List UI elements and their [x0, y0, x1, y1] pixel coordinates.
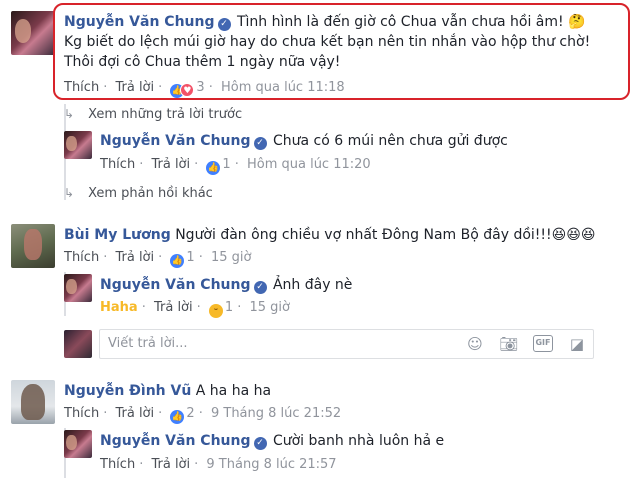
- reply-link[interactable]: Trả lời: [151, 457, 190, 472]
- reaction-summary[interactable]: 👍 2: [170, 406, 195, 424]
- reply-author[interactable]: Nguyễn Văn Chung: [100, 277, 251, 293]
- view-previous-replies[interactable]: ↳ Xem những trả lời trước: [64, 106, 242, 123]
- avatar-nguyen-van-chung[interactable]: [64, 430, 92, 458]
- comment-author[interactable]: Nguyễn Văn Chung: [64, 14, 215, 30]
- comment-line-1: Nguyễn Văn Chung ✓ Tình hình là đến giờ c…: [64, 12, 624, 32]
- reply-timestamp[interactable]: 15 giờ: [249, 300, 290, 315]
- verified-icon: ✓: [253, 137, 267, 150]
- haha-reaction-icon: ᵕ: [208, 304, 223, 318]
- comment-author[interactable]: Bùi My Lương: [64, 227, 171, 243]
- avatar-bui-my-luong[interactable]: [11, 224, 55, 268]
- comment-text-line-1: Tình hình là đến giờ cô Chua vẫn chưa hồ…: [236, 14, 586, 30]
- reply-link[interactable]: Trả lời: [115, 80, 154, 95]
- current-user-avatar: [64, 330, 92, 358]
- reply-arrow-icon: ↳: [64, 186, 75, 200]
- composer-icons: ☺ 📷︎ GIF ◪: [465, 334, 587, 354]
- like-reaction-icon: 👍: [170, 254, 185, 268]
- reply-text: Ảnh đây nè: [272, 277, 353, 293]
- reply-timestamp[interactable]: Hôm qua lúc 11:20: [247, 157, 371, 172]
- reply-link[interactable]: Trả lời: [151, 157, 190, 172]
- like-reaction-icon: 👍: [206, 161, 221, 175]
- verified-icon: ✓: [253, 281, 267, 294]
- love-reaction-icon: ♥: [180, 83, 195, 97]
- avatar-nguyen-dinh-vu[interactable]: [11, 380, 55, 424]
- like-link[interactable]: Thích: [100, 457, 135, 472]
- reaction-count: 2: [186, 406, 195, 421]
- reaction-count: 1: [224, 300, 234, 315]
- reaction-summary[interactable]: 👍 1: [170, 250, 195, 268]
- like-link[interactable]: Thích: [64, 406, 99, 421]
- comment-text-line-2: Kg biết do lệch múi giờ hay do chưa kết …: [64, 34, 591, 50]
- comment-author[interactable]: Nguyễn Đình Vũ: [64, 383, 191, 399]
- comment-timestamp[interactable]: Hôm qua lúc 11:18: [221, 80, 345, 95]
- comment-text: A ha ha ha: [195, 383, 272, 399]
- like-link[interactable]: Thích: [64, 80, 99, 95]
- view-more-replies-label: Xem phản hồi khác: [88, 186, 213, 201]
- view-previous-replies-label: Xem những trả lời trước: [88, 107, 243, 122]
- write-reply-box[interactable]: Viết trả lời... ☺ 📷︎ GIF ◪: [99, 329, 594, 359]
- reply-author[interactable]: Nguyễn Văn Chung: [100, 433, 251, 449]
- reaction-count: 1: [222, 157, 231, 172]
- comment-timestamp[interactable]: 9 Tháng 8 lúc 21:52: [211, 406, 341, 421]
- camera-icon[interactable]: 📷︎: [499, 334, 519, 354]
- reply-timestamp[interactable]: 9 Tháng 8 lúc 21:57: [206, 457, 336, 472]
- reaction-count: 3: [196, 80, 205, 95]
- reply-nguyen-van-chung-2: Nguyễn Văn Chung ✓ Ảnh đây nè: [100, 275, 600, 295]
- comment-text: Người đàn ông chiều vợ nhất Đông Nam Bộ …: [175, 227, 596, 243]
- write-reply-input[interactable]: Viết trả lời...: [108, 336, 188, 351]
- like-link[interactable]: Thích: [64, 250, 99, 265]
- reply-text: Chưa có 6 múi nên chưa gửi được: [272, 133, 508, 149]
- reply-actions: Thích · Trả lời · 9 Tháng 8 lúc 21:57: [100, 457, 337, 472]
- like-reaction-icon: 👍: [170, 410, 185, 424]
- sticker-icon[interactable]: ◪: [567, 334, 587, 354]
- comment-nguyen-van-chung-1: Nguyễn Văn Chung ✓ Tình hình là đến giờ c…: [64, 12, 624, 72]
- avatar-nguyen-van-chung[interactable]: [64, 131, 92, 159]
- reply-text: Cười banh nhà luôn hả e: [272, 433, 445, 449]
- verified-icon: ✓: [217, 18, 231, 31]
- reply-nguyen-van-chung-3: Nguyễn Văn Chung ✓ Cười banh nhà luôn hả …: [100, 431, 620, 451]
- haha-reaction-link[interactable]: Haha: [100, 300, 138, 315]
- avatar-nguyen-van-chung[interactable]: [11, 11, 55, 55]
- comment-bui-my-luong: Bùi My Lương Người đàn ông chiều vợ nhất…: [64, 225, 634, 245]
- comment-actions: Thích · Trả lời · 👍 2 · 9 Tháng 8 lúc 21:52: [64, 406, 342, 424]
- reply-link[interactable]: Trả lời: [154, 300, 193, 315]
- comment-timestamp[interactable]: 15 giờ: [211, 250, 252, 265]
- reply-actions: Haha · Trả lời · ᵕ 1 · 15 giờ: [100, 300, 290, 318]
- reply-link[interactable]: Trả lời: [115, 406, 154, 421]
- reply-arrow-icon: ↳: [64, 107, 75, 121]
- emoji-icon[interactable]: ☺: [465, 334, 485, 354]
- reply-actions: Thích · Trả lời · 👍 1 · Hôm qua lúc 11:20: [100, 157, 371, 175]
- comment-nguyen-dinh-vu: Nguyễn Đình Vũ A ha ha ha: [64, 381, 624, 401]
- reply-nguyen-van-chung-1: Nguyễn Văn Chung ✓ Chưa có 6 múi nên chưa…: [100, 131, 620, 151]
- view-more-replies[interactable]: ↳ Xem phản hồi khác: [64, 185, 213, 202]
- avatar-nguyen-van-chung[interactable]: [64, 274, 92, 302]
- verified-icon: ✓: [253, 437, 267, 450]
- comment-text-line-3: Thôi đợi cô Chua thêm 1 ngày nữa vậy!: [64, 54, 341, 70]
- reply-author[interactable]: Nguyễn Văn Chung: [100, 133, 251, 149]
- reaction-summary[interactable]: 👍♥ 3: [170, 80, 205, 98]
- like-link[interactable]: Thích: [100, 157, 135, 172]
- comment-actions: Thích · Trả lời · 👍 1 · 15 giờ: [64, 250, 252, 268]
- comment-actions: Thích · Trả lời · 👍♥ 3 · Hôm qua lúc 11:18: [64, 80, 345, 98]
- reaction-summary[interactable]: 👍 1: [206, 157, 231, 175]
- gif-icon[interactable]: GIF: [533, 335, 553, 352]
- reaction-count: 1: [186, 250, 195, 265]
- reply-link[interactable]: Trả lời: [115, 250, 154, 265]
- reaction-summary[interactable]: ᵕ1: [208, 300, 234, 318]
